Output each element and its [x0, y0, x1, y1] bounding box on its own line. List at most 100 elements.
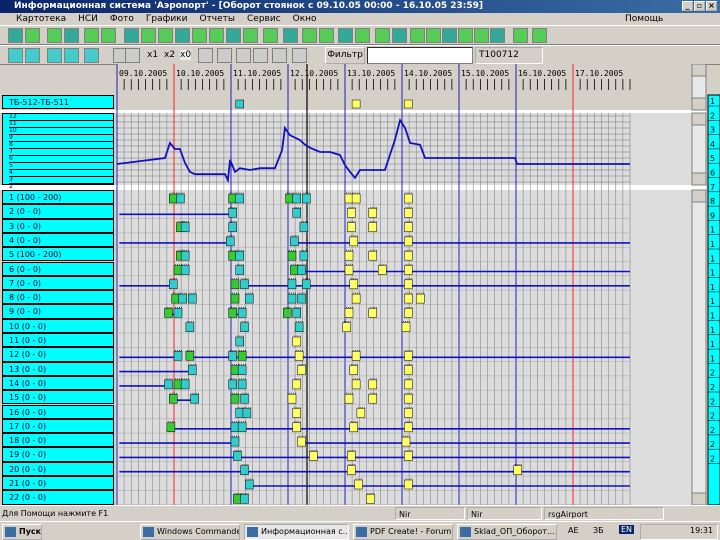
tray-indicator[interactable]: АЕ — [568, 526, 579, 535]
toolbar-button[interactable] — [283, 28, 298, 43]
toolbar-button[interactable] — [442, 28, 457, 43]
start-button[interactable]: Пуск — [2, 524, 42, 540]
taskbar-task[interactable]: Windows Commander ... — [140, 524, 240, 540]
toolbar-button[interactable] — [243, 28, 258, 43]
toolbar-button[interactable] — [355, 28, 370, 43]
toolbar-button[interactable] — [532, 28, 547, 43]
stand-row-label[interactable]: 18 (0 - 0) — [2, 433, 114, 448]
scroll-up-button[interactable] — [691, 64, 707, 77]
stand-row-label[interactable]: 7 (0 - 0) — [2, 275, 114, 291]
toolbar-button[interactable] — [175, 28, 190, 43]
aircraft-marker — [404, 451, 413, 461]
toolbar-button[interactable] — [25, 28, 40, 43]
toolbar-button[interactable] — [8, 48, 23, 63]
menu-item[interactable]: Сервис — [247, 14, 281, 24]
menu-item[interactable]: Фото — [110, 14, 134, 24]
toolbar-button[interactable] — [25, 48, 40, 63]
menu-item[interactable]: Окно — [293, 14, 317, 24]
stand-row-label[interactable]: 11 (0 - 0) — [2, 333, 114, 348]
toolbar-button[interactable] — [84, 28, 99, 43]
taskbar-task[interactable]: PDF Create! - Forum — [353, 524, 453, 540]
zoom-x0-button[interactable]: x0 — [180, 50, 192, 60]
stand-row-label[interactable]: 2 (0 - 0) — [2, 204, 114, 219]
maximize-button[interactable]: ▫ — [694, 1, 705, 11]
stand-row-label[interactable]: 22 (0 - 0) — [2, 490, 114, 505]
taskbar-task[interactable]: Sklad_ОП_Оборот... — [457, 524, 557, 540]
zoom-x1-button[interactable]: x1 — [147, 50, 158, 60]
stand-row-label[interactable]: 3 (0 - 0) — [2, 218, 114, 233]
toolbar-button[interactable] — [490, 28, 505, 43]
toolbar-button[interactable] — [458, 28, 473, 43]
stand-row-label[interactable]: 8 (0 - 0) — [2, 290, 114, 305]
filter-button[interactable]: Фильтр — [325, 47, 365, 64]
toolbar-button[interactable] — [158, 28, 173, 43]
toolbar-button[interactable] — [410, 28, 425, 43]
stand-row-label[interactable]: 19 (0 - 0) — [2, 447, 114, 462]
toolbar-button[interactable] — [253, 48, 268, 63]
minimize-button[interactable]: _ — [682, 1, 693, 11]
stand-row-label[interactable]: 15 (0 - 0) — [2, 390, 114, 405]
menu-item[interactable]: НСИ — [78, 14, 98, 24]
close-button[interactable]: × — [706, 1, 717, 11]
toolbar-button[interactable] — [236, 48, 251, 63]
stand-row-label[interactable]: 14 (0 - 0) — [2, 375, 114, 391]
date-label: 15.10.2005 — [461, 69, 509, 78]
scroll-up-button[interactable] — [691, 189, 707, 203]
toolbar-button[interactable] — [141, 28, 156, 43]
stand-row-label[interactable]: 6 (0 - 0) — [2, 261, 114, 276]
toolbar-button[interactable] — [47, 48, 62, 63]
scrollbar[interactable] — [691, 189, 707, 505]
toolbar-button[interactable] — [209, 28, 224, 43]
toolbar-button[interactable] — [375, 28, 390, 43]
toolbar-button[interactable] — [198, 48, 213, 63]
scroll-up-button[interactable] — [691, 112, 707, 126]
toolbar-button[interactable] — [392, 28, 407, 43]
toolbar-button[interactable] — [101, 28, 116, 43]
aircraft-marker — [349, 365, 358, 375]
stand-row-label[interactable]: 4 (0 - 0) — [2, 232, 114, 248]
tray-indicator[interactable]: ЗБ — [593, 526, 604, 535]
toolbar-button[interactable] — [426, 28, 441, 43]
toolbar-button[interactable] — [319, 28, 334, 43]
taskbar-task-active[interactable]: Информационная с... — [244, 524, 349, 540]
toolbar-button[interactable] — [474, 28, 489, 43]
scroll-down-button[interactable] — [691, 97, 707, 111]
scroll-down-button[interactable] — [691, 172, 707, 186]
toolbar-button[interactable] — [217, 48, 232, 63]
toolbar-button[interactable] — [84, 48, 99, 63]
toolbar-button[interactable] — [338, 28, 353, 43]
toolbar-button[interactable] — [8, 28, 23, 43]
filter-input[interactable] — [367, 47, 473, 64]
toolbar-button[interactable] — [192, 28, 207, 43]
stand-row-label[interactable]: 10 (0 - 0) — [2, 318, 114, 333]
scroll-down-button[interactable] — [691, 492, 707, 505]
menu-item[interactable]: Отчеты — [199, 14, 235, 24]
stand-row-label[interactable]: 1 (100 - 200) — [2, 190, 114, 205]
stand-row-label[interactable]: 16 (0 - 0) — [2, 404, 114, 419]
stand-row-label[interactable]: 21 (0 - 0) — [2, 476, 114, 491]
stand-row-label[interactable]: 5 (100 - 200) — [2, 247, 114, 262]
menu-item[interactable]: Графики — [146, 14, 188, 24]
menu-help[interactable]: Помощь — [625, 13, 663, 25]
toolbar-button[interactable] — [292, 48, 307, 63]
stand-row-label[interactable]: 17 (0 - 0) — [2, 418, 114, 434]
toolbar-button[interactable] — [302, 28, 317, 43]
stand-row-label[interactable]: 9 (0 - 0) — [2, 304, 114, 319]
stand-group-label[interactable]: ТБ-512-ТБ-511 — [2, 95, 114, 109]
language-indicator[interactable]: EN — [619, 525, 635, 534]
toolbar-button[interactable] — [125, 48, 140, 63]
toolbar-button[interactable] — [124, 28, 139, 43]
toolbar-button[interactable] — [226, 28, 241, 43]
toolbar-button[interactable] — [513, 28, 528, 43]
zoom-x2-button[interactable]: x2 — [164, 50, 175, 60]
toolbar-button[interactable] — [64, 28, 79, 43]
toolbar-button[interactable] — [272, 48, 287, 63]
menu-item[interactable]: Картотека — [16, 14, 66, 24]
stand-row-label[interactable]: 20 (0 - 0) — [2, 461, 114, 476]
aircraft-marker — [290, 236, 299, 247]
toolbar-button[interactable] — [47, 28, 62, 43]
stand-row-label[interactable]: 12 (0 - 0) — [2, 347, 114, 362]
stand-row-label[interactable]: 13 (0 - 0) — [2, 361, 114, 376]
toolbar-button[interactable] — [263, 28, 278, 43]
toolbar-button[interactable] — [64, 48, 79, 63]
